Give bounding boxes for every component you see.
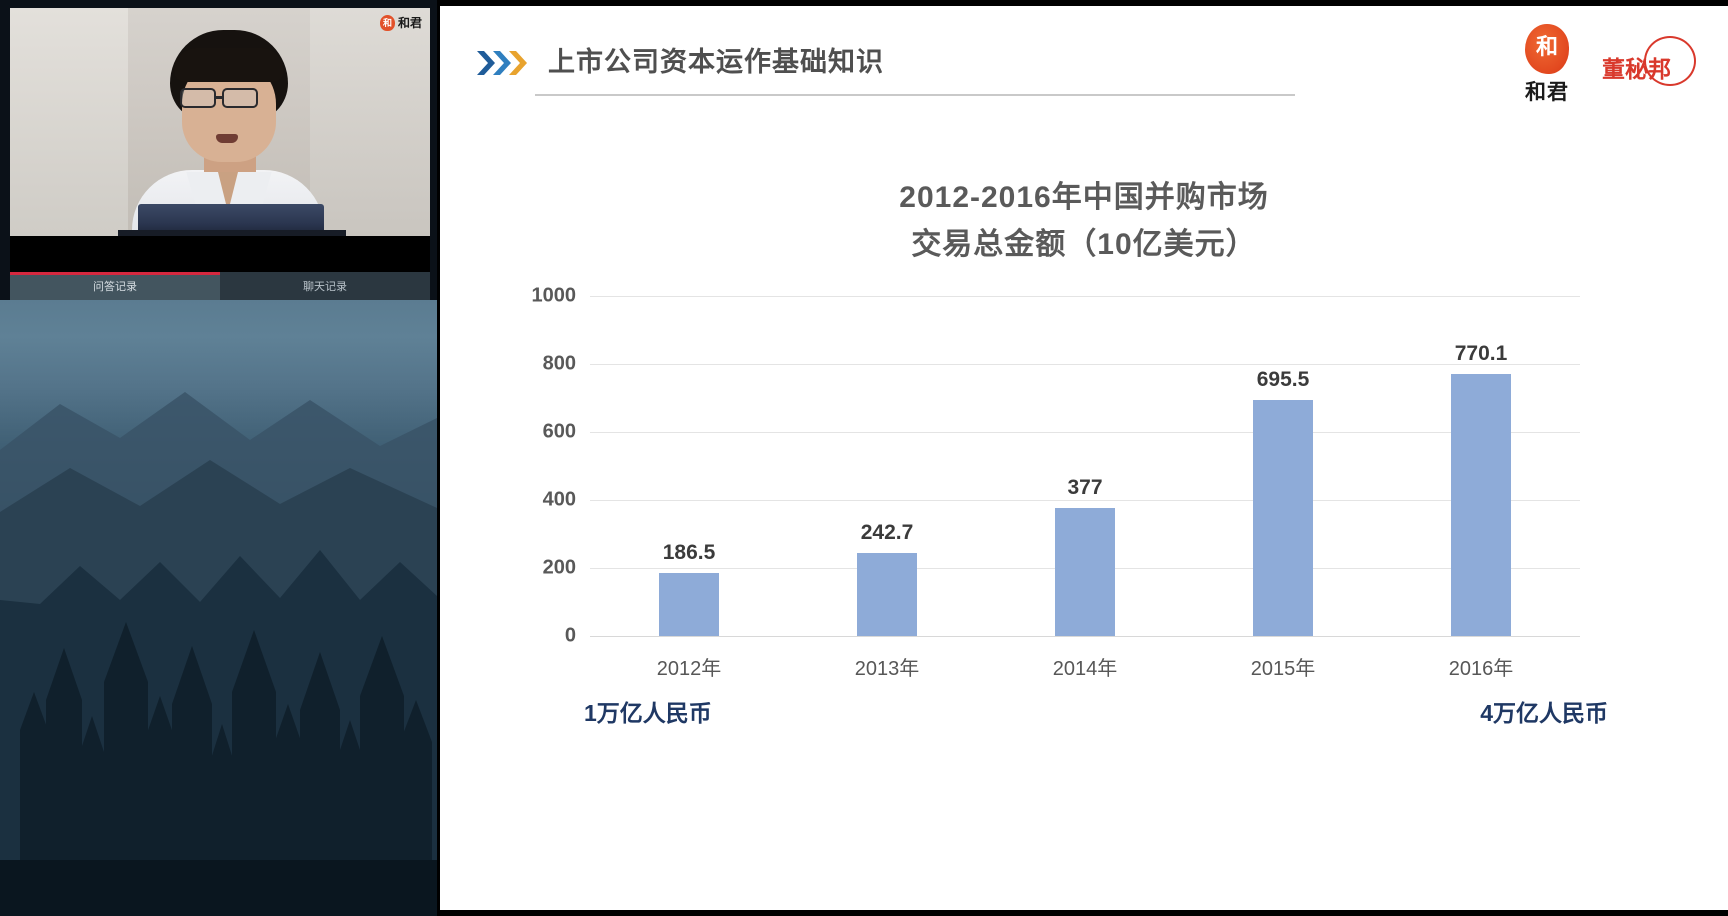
hejun-logo-label: 和君 bbox=[1525, 81, 1569, 104]
bar bbox=[857, 553, 917, 636]
presenter-video-feed[interactable]: 和 和君 bbox=[10, 8, 430, 236]
y-axis-tick-label: 600 bbox=[542, 420, 576, 443]
hejun-seal-icon: 和 bbox=[1525, 24, 1569, 74]
y-axis-tick-label: 0 bbox=[564, 624, 576, 647]
video-letterbox bbox=[10, 236, 430, 272]
x-axis-tick-label: 2012年 bbox=[656, 658, 722, 680]
presenter-glasses-bridge bbox=[216, 96, 224, 99]
plot-area: 1000 800 600 400 200 0 186.5 2012年 242.7 2013年 377… bbox=[532, 285, 1609, 727]
bar bbox=[659, 572, 719, 636]
panel-tabs: 问答记录 聊天记录 bbox=[10, 272, 430, 300]
video-background-right bbox=[310, 8, 430, 236]
gridline bbox=[590, 636, 1580, 637]
presenter-mouth bbox=[216, 134, 238, 143]
hejun-watermark-label: 和君 bbox=[397, 16, 422, 30]
chart-annotation: 1万亿人民币 bbox=[584, 700, 712, 726]
bar-group: 242.7 2013年 bbox=[788, 296, 986, 680]
dongmibang-logo-label: 董秘邦 bbox=[1602, 56, 1671, 82]
x-axis-tick-label: 2016年 bbox=[1448, 658, 1514, 680]
bar-group: 377 2014年 bbox=[986, 296, 1184, 680]
page-title: 上市公司资本运作基础知识 bbox=[548, 47, 884, 77]
left-panel: 和 和君 问答记录 聊天记录 bbox=[0, 0, 437, 916]
chart-title-line-1: 2012-2016年中国并购市场 bbox=[899, 181, 1269, 214]
tab-qa-records-label: 问答记录 bbox=[93, 281, 137, 293]
bar bbox=[1253, 399, 1313, 636]
bar bbox=[1055, 507, 1115, 636]
bar-group: 695.5 2015年 bbox=[1184, 296, 1382, 680]
chart-title-line-2: 交易总金额（10亿美元） bbox=[911, 228, 1257, 261]
chart-annotation: 4万亿人民币 bbox=[1480, 700, 1608, 726]
tab-chat-records-label: 聊天记录 bbox=[303, 281, 347, 293]
bar-group: 186.5 2012年 bbox=[590, 296, 788, 680]
presenter-fringe bbox=[174, 48, 284, 82]
mountain-silhouette bbox=[0, 300, 437, 916]
x-axis-tick-label: 2015年 bbox=[1250, 658, 1316, 680]
bar-group: 770.1 2016年 bbox=[1382, 296, 1580, 680]
tab-chat-records[interactable]: 聊天记录 bbox=[220, 272, 430, 300]
brand-logos: 和 和君 董秘邦 bbox=[1506, 24, 1698, 106]
video-watermark: 和 和君 bbox=[379, 14, 422, 31]
bar-chart: 2012-2016年中国并购市场 交易总金额（10亿美元） 1000 800 600… bbox=[440, 116, 1728, 796]
y-axis-tick-label: 800 bbox=[542, 352, 576, 375]
hejun-seal-icon: 和 bbox=[379, 14, 395, 31]
slide-header: 上市公司资本运作基础知识 和 和君 董秘邦 bbox=[440, 6, 1728, 106]
landscape-background bbox=[0, 300, 437, 916]
y-axis-tick-label: 1000 bbox=[531, 284, 577, 307]
tab-qa-records[interactable]: 问答记录 bbox=[10, 272, 220, 300]
y-axis-tick-label: 400 bbox=[542, 488, 576, 511]
presenter-glasses-right bbox=[222, 88, 258, 108]
bar-value-label: 770.1 bbox=[1454, 342, 1508, 366]
bar-value-label: 186.5 bbox=[662, 540, 716, 564]
bar-value-label: 377 bbox=[1067, 475, 1103, 499]
bar-value-label: 695.5 bbox=[1256, 367, 1310, 391]
triple-chevron-right-icon bbox=[475, 48, 533, 78]
bar-value-label: 242.7 bbox=[860, 521, 914, 545]
webinar-screen: 和 和君 问答记录 聊天记录 上市公司资本运作基础知识 和 和君 董秘邦 201… bbox=[0, 0, 1728, 916]
chart-title: 2012-2016年中国并购市场 交易总金额（10亿美元） bbox=[440, 174, 1728, 268]
x-axis-tick-label: 2014年 bbox=[1052, 658, 1118, 680]
dongmibang-logo: 董秘邦 bbox=[1602, 36, 1698, 98]
header-divider bbox=[535, 94, 1295, 96]
slide-area: 上市公司资本运作基础知识 和 和君 董秘邦 2012-2016年中国并购市场 交… bbox=[437, 0, 1728, 916]
presentation-slide: 上市公司资本运作基础知识 和 和君 董秘邦 2012-2016年中国并购市场 交… bbox=[440, 6, 1728, 910]
y-axis-tick-label: 200 bbox=[542, 556, 576, 579]
video-background-left bbox=[10, 8, 128, 236]
bar bbox=[1451, 374, 1511, 636]
x-axis-tick-label: 2013年 bbox=[854, 658, 920, 680]
presenter-glasses-left bbox=[180, 88, 216, 108]
hejun-logo: 和 和君 bbox=[1506, 24, 1588, 106]
